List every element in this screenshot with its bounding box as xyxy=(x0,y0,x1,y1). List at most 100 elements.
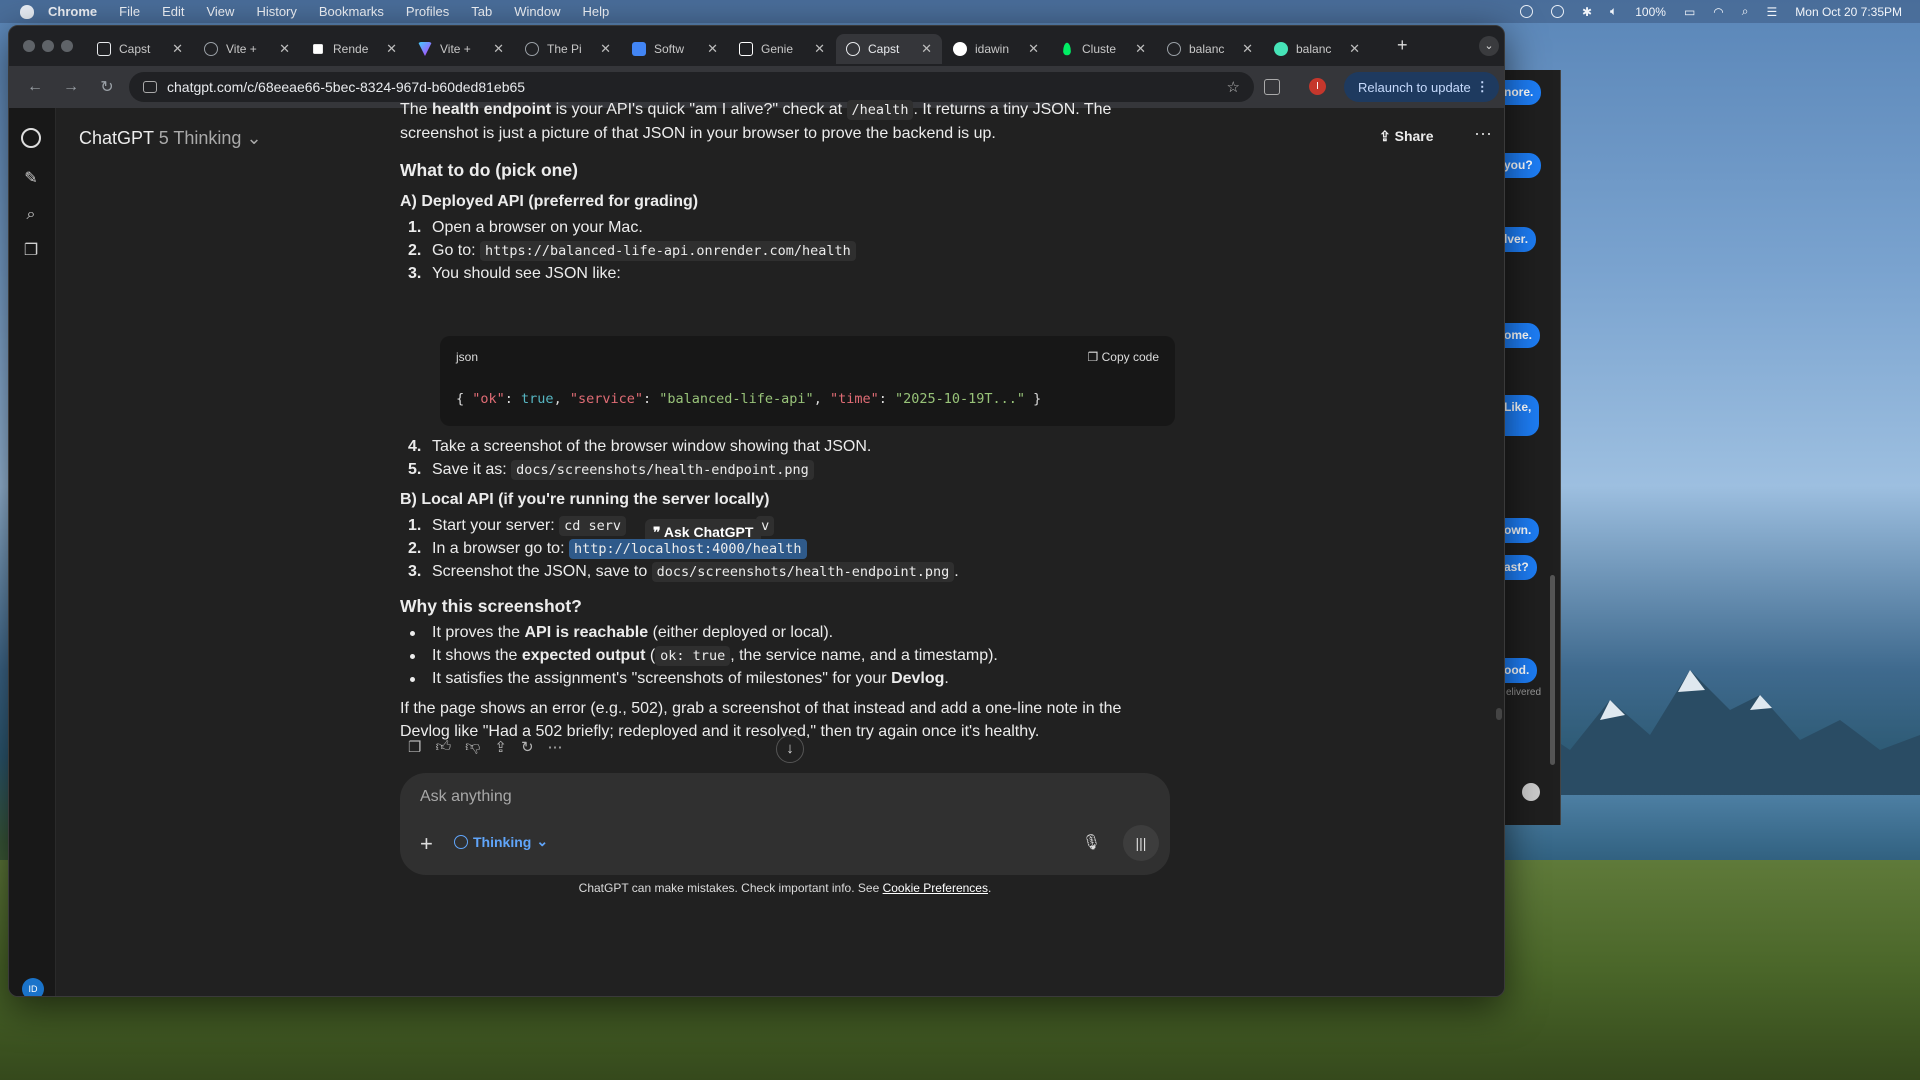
tab[interactable]: The Pi ✕ xyxy=(515,34,621,64)
menu-edit[interactable]: Edit xyxy=(162,4,184,19)
menu-bookmarks[interactable]: Bookmarks xyxy=(319,4,384,19)
menu-file[interactable]: File xyxy=(119,4,140,19)
thinking-mode-button[interactable]: Thinking ⌄ xyxy=(454,833,548,850)
tab[interactable]: Vite + ✕ xyxy=(194,34,300,64)
forward-icon[interactable]: → xyxy=(53,78,89,96)
copy-icon[interactable]: ❐ xyxy=(408,738,421,756)
prompt-input[interactable] xyxy=(418,783,1022,811)
cookie-preferences-link[interactable]: Cookie Preferences xyxy=(883,881,988,895)
more-options-icon[interactable]: ⋯ xyxy=(1474,124,1493,145)
new-chat-icon[interactable]: ✎ xyxy=(22,170,40,188)
more-icon[interactable]: ⋯ xyxy=(548,738,563,756)
screen-record-icon[interactable] xyxy=(1519,5,1533,18)
close-tab-icon[interactable]: ✕ xyxy=(1135,41,1146,57)
copy-code-button[interactable]: ❐ Copy code xyxy=(1088,346,1159,369)
menu-view[interactable]: View xyxy=(206,4,234,19)
close-tab-icon[interactable]: ✕ xyxy=(707,41,718,57)
voice-mode-button[interactable]: ||| xyxy=(1123,825,1159,861)
reload-icon[interactable]: ↻ xyxy=(89,77,125,97)
path-code[interactable]: docs/screenshots/health-endpoint.png xyxy=(511,460,814,480)
mountain-range xyxy=(1500,670,1920,800)
wifi-icon[interactable]: ◠ xyxy=(1713,5,1723,19)
code-block: json ❐ Copy code { "ok": true, "service"… xyxy=(440,336,1175,426)
tab[interactable]: Vite + ✕ xyxy=(408,34,514,64)
message-bubble: nore. xyxy=(1500,80,1542,105)
new-tab-button[interactable]: + xyxy=(1397,35,1408,56)
list-item: 1. Open a browser on your Mac. xyxy=(408,219,643,236)
tab[interactable]: Cluste ✕ xyxy=(1050,34,1156,64)
battery-icon[interactable]: ▭ xyxy=(1684,5,1695,19)
tab[interactable]: balanc ✕ xyxy=(1264,34,1370,64)
close-tab-icon[interactable]: ✕ xyxy=(600,41,611,57)
share-button[interactable]: ⇪ Share xyxy=(1379,128,1434,145)
menu-history[interactable]: History xyxy=(256,4,296,19)
close-tab-icon[interactable]: ✕ xyxy=(814,41,825,57)
emoji-icon[interactable] xyxy=(1522,783,1540,801)
extensions-icon[interactable] xyxy=(1264,79,1280,95)
scrollbar[interactable] xyxy=(1496,708,1502,720)
bluetooth-icon[interactable]: ✱ xyxy=(1582,5,1592,19)
close-tab-icon[interactable]: ✕ xyxy=(1028,41,1039,57)
list-item: 1. Start your server: cd serv v xyxy=(400,514,1192,538)
close-tab-icon[interactable]: ✕ xyxy=(1242,41,1253,57)
menu-help[interactable]: Help xyxy=(583,4,610,19)
tab-search-button[interactable]: ⌄ xyxy=(1479,36,1499,56)
share-label: Share xyxy=(1394,128,1434,144)
spotlight-icon[interactable]: ⌕ xyxy=(1742,4,1749,19)
thumbs-up-icon[interactable]: 👍︎ xyxy=(435,738,451,756)
path-code[interactable]: docs/screenshots/health-endpoint.png xyxy=(651,562,955,582)
url-code[interactable]: https://balanced-life-api.onrender.com/h… xyxy=(480,241,856,261)
control-center-icon[interactable]: ☰ xyxy=(1767,5,1778,19)
close-tab-icon[interactable]: ✕ xyxy=(279,41,290,57)
volume-icon[interactable]: 🔈︎ xyxy=(1610,4,1617,19)
tab[interactable]: Genie ✕ xyxy=(729,34,835,64)
tab[interactable]: idawin ✕ xyxy=(943,34,1049,64)
library-icon[interactable]: ❐ xyxy=(22,242,40,260)
close-window-button[interactable] xyxy=(23,40,35,52)
microphone-icon[interactable]: 🎙︎ xyxy=(1082,833,1101,851)
menu-profiles[interactable]: Profiles xyxy=(406,4,449,19)
scroll-to-bottom-button[interactable]: ↓ xyxy=(776,735,804,763)
search-icon[interactable]: ⌕ xyxy=(22,206,40,224)
menu-window[interactable]: Window xyxy=(514,4,560,19)
menubar-clock[interactable]: Mon Oct 20 7:35PM xyxy=(1795,5,1902,19)
globe-icon xyxy=(525,42,539,56)
model-selector[interactable]: ChatGPT 5 Thinking ⌄ xyxy=(79,128,262,149)
scrollbar[interactable] xyxy=(1550,575,1555,765)
profile-avatar[interactable]: I xyxy=(1309,78,1326,95)
tab[interactable]: Capst ✕ xyxy=(87,34,193,64)
bookmark-star-icon[interactable]: ☆ xyxy=(1227,78,1240,96)
render-icon xyxy=(313,44,323,54)
tab-label: Genie xyxy=(761,42,794,56)
minimize-window-button[interactable] xyxy=(42,40,54,52)
regenerate-icon[interactable]: ↻ xyxy=(521,738,534,756)
maximize-window-button[interactable] xyxy=(61,40,73,52)
apple-icon[interactable] xyxy=(20,4,34,19)
thumbs-down-icon[interactable]: 👎︎ xyxy=(465,738,480,756)
close-tab-icon[interactable]: ✕ xyxy=(172,41,183,57)
close-tab-icon[interactable]: ✕ xyxy=(921,41,932,57)
openai-logo-icon[interactable] xyxy=(21,128,41,148)
tab-active[interactable]: Capst ✕ xyxy=(836,34,942,64)
command-code[interactable]: cd serv xyxy=(559,516,627,536)
share-icon[interactable]: ⇪ xyxy=(494,738,507,756)
kebab-menu-icon[interactable]: ⋮ xyxy=(1476,79,1489,95)
url-text[interactable]: chatgpt.com/c/68eeae66-5bec-8324-967d-b6… xyxy=(167,79,525,95)
user-avatar[interactable]: ID xyxy=(22,978,44,996)
close-tab-icon[interactable]: ✕ xyxy=(493,41,504,57)
plus-icon[interactable]: + xyxy=(420,831,433,857)
menu-chrome[interactable]: Chrome xyxy=(48,4,97,19)
vpn-icon[interactable] xyxy=(1550,5,1564,18)
code-content: { "ok": true, "service": "balanced-life-… xyxy=(456,391,1042,407)
localhost-url-code-selected[interactable]: http://localhost:4000/health xyxy=(568,539,807,559)
site-info-icon[interactable] xyxy=(143,81,157,93)
back-icon[interactable]: ← xyxy=(17,78,53,96)
relaunch-to-update-button[interactable]: Relaunch to update ⋮ xyxy=(1344,72,1499,102)
close-tab-icon[interactable]: ✕ xyxy=(386,41,397,57)
tab[interactable]: Softw ✕ xyxy=(622,34,728,64)
close-tab-icon[interactable]: ✕ xyxy=(1349,41,1360,57)
tab[interactable]: Rende ✕ xyxy=(301,34,407,64)
tab[interactable]: balanc ✕ xyxy=(1157,34,1263,64)
menu-tab[interactable]: Tab xyxy=(471,4,492,19)
sidebar-rail: ✎ ⌕ ❐ ID xyxy=(9,108,56,996)
